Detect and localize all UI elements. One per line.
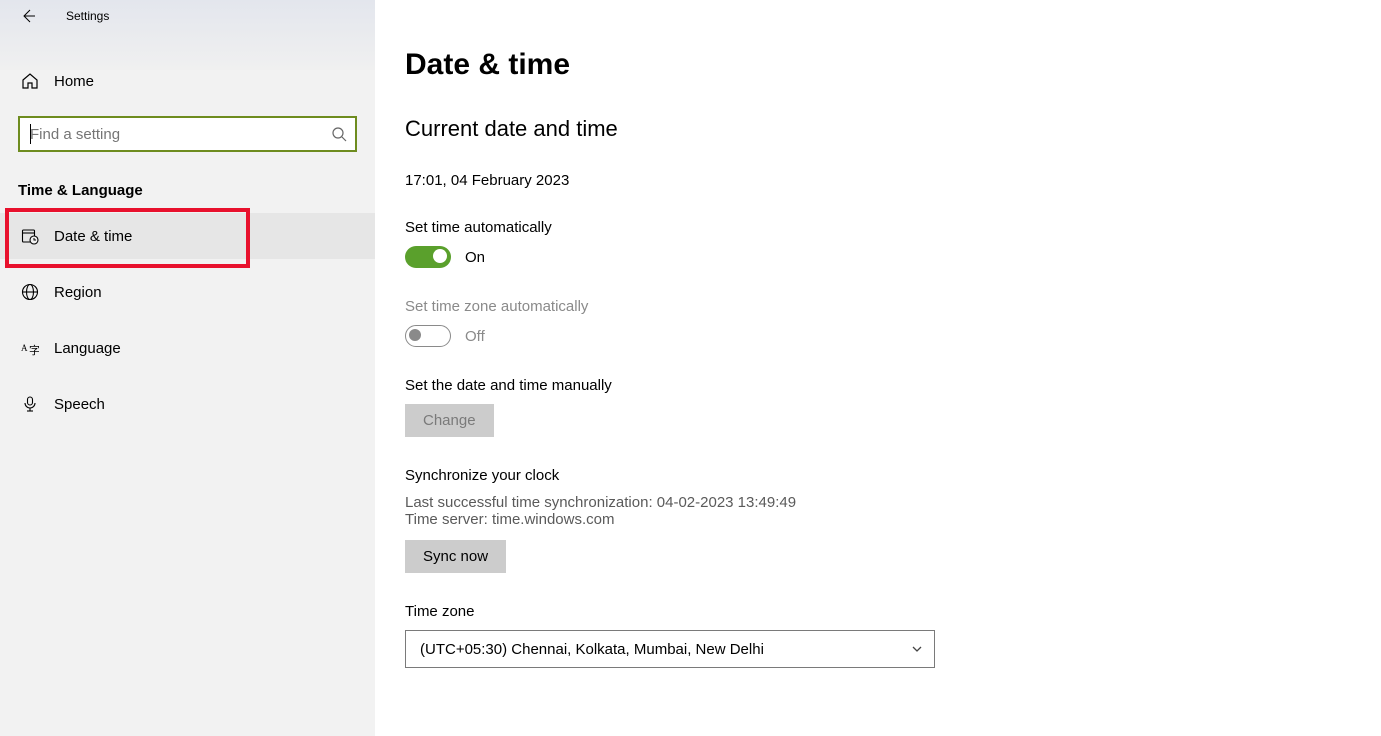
window-title: Settings bbox=[66, 9, 109, 23]
titlebar: Settings bbox=[0, 0, 375, 32]
timezone-value: (UTC+05:30) Chennai, Kolkata, Mumbai, Ne… bbox=[420, 641, 764, 658]
annotation-highlight-box bbox=[5, 208, 250, 268]
nav-home[interactable]: Home bbox=[0, 60, 375, 102]
search-icon bbox=[331, 126, 347, 142]
change-button: Change bbox=[405, 404, 494, 437]
microphone-icon bbox=[20, 395, 40, 413]
sidebar-item-label: Language bbox=[54, 340, 121, 357]
set-tz-auto-toggle bbox=[405, 325, 451, 347]
manual-datetime-label: Set the date and time manually bbox=[405, 377, 1351, 394]
svg-text:字: 字 bbox=[29, 343, 39, 357]
search-input-wrap[interactable] bbox=[18, 116, 357, 152]
toggle-knob bbox=[433, 249, 447, 263]
current-datetime-value: 17:01, 04 February 2023 bbox=[405, 172, 1351, 189]
sidebar-item-language[interactable]: A 字 Language bbox=[0, 325, 375, 371]
sidebar-item-label: Speech bbox=[54, 396, 105, 413]
sidebar-item-speech[interactable]: Speech bbox=[0, 381, 375, 427]
timezone-select[interactable]: (UTC+05:30) Chennai, Kolkata, Mumbai, Ne… bbox=[405, 630, 935, 668]
sidebar: Settings Home Time & Language Date & tim… bbox=[0, 0, 375, 736]
home-icon bbox=[20, 72, 40, 90]
set-tz-auto-label: Set time zone automatically bbox=[405, 298, 1351, 315]
set-time-auto-state: On bbox=[465, 249, 485, 266]
globe-icon bbox=[20, 283, 40, 301]
sidebar-item-date-time[interactable]: Date & time bbox=[0, 213, 375, 259]
current-datetime-heading: Current date and time bbox=[405, 116, 1351, 142]
timezone-label: Time zone bbox=[405, 603, 1351, 620]
arrow-left-icon bbox=[20, 8, 36, 24]
set-time-auto-toggle[interactable] bbox=[405, 246, 451, 268]
set-tz-auto-state: Off bbox=[465, 328, 485, 345]
chevron-down-icon bbox=[910, 642, 924, 656]
page-title: Date & time bbox=[405, 48, 1351, 82]
sync-now-button[interactable]: Sync now bbox=[405, 540, 506, 573]
sync-heading: Synchronize your clock bbox=[405, 467, 1351, 484]
sidebar-section-label: Time & Language bbox=[0, 170, 375, 213]
main-content: Date & time Current date and time 17:01,… bbox=[375, 0, 1381, 736]
toggle-knob bbox=[409, 329, 421, 341]
sidebar-item-region[interactable]: Region bbox=[0, 269, 375, 315]
set-time-auto-label: Set time automatically bbox=[405, 219, 1351, 236]
back-button[interactable] bbox=[18, 8, 38, 24]
sidebar-item-label: Region bbox=[54, 284, 102, 301]
svg-text:A: A bbox=[21, 343, 28, 353]
text-caret bbox=[30, 124, 31, 144]
nav-home-label: Home bbox=[54, 73, 94, 90]
sync-time-server: Time server: time.windows.com bbox=[405, 511, 1351, 528]
language-icon: A 字 bbox=[20, 339, 40, 357]
search-input[interactable] bbox=[30, 126, 331, 143]
sync-last-success: Last successful time synchronization: 04… bbox=[405, 494, 1351, 511]
